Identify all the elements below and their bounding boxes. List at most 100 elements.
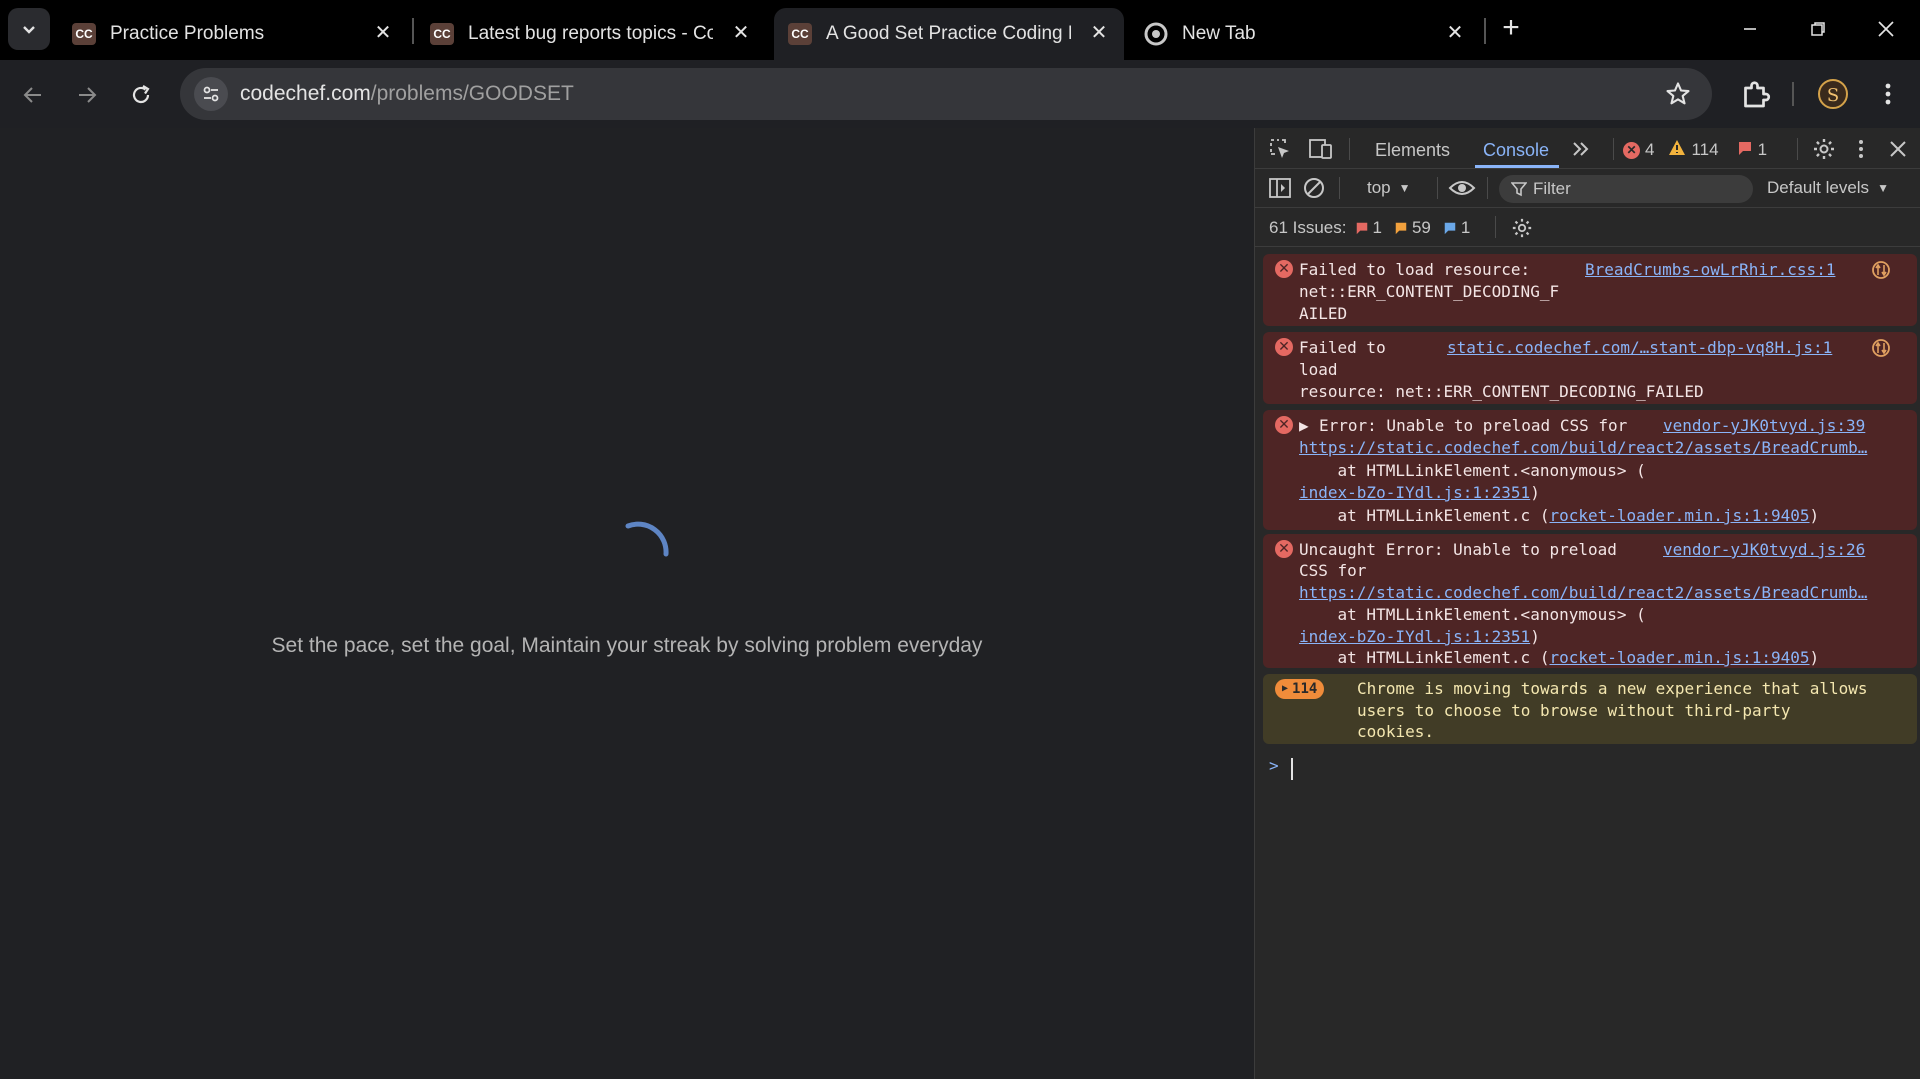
minimize-button[interactable]	[1730, 14, 1770, 44]
bookmark-star-icon[interactable]	[1664, 80, 1692, 108]
device-toolbar-icon[interactable]	[1307, 136, 1335, 162]
close-icon[interactable]: ✕	[730, 22, 752, 44]
console-prompt[interactable]: >	[1269, 756, 1909, 782]
error-counter[interactable]: ✕ 4 114 1	[1623, 139, 1767, 161]
restore-button[interactable]	[1798, 14, 1838, 44]
message-line: AILED	[1299, 304, 1348, 323]
log-levels-dropdown[interactable]: Default levels ▼	[1767, 178, 1889, 198]
loading-message: Set the pace, set the goal, Maintain you…	[271, 634, 983, 657]
arrow-left-icon	[23, 87, 41, 103]
message-line: Chrome is moving towards a new experienc…	[1357, 679, 1868, 698]
console-error-message[interactable]: ✕ Failed to load resource: net::ERR_CONT…	[1263, 332, 1917, 404]
tab-console[interactable]: Console	[1483, 140, 1549, 161]
devtools-settings-gear-icon[interactable]	[1811, 136, 1837, 162]
message-line: )	[1809, 506, 1820, 525]
tab-bug-reports[interactable]: CC Latest bug reports topics - Cod ✕	[416, 8, 766, 60]
context-value: top	[1367, 178, 1391, 197]
loading-spinner-icon	[625, 521, 669, 557]
address-bar[interactable]: codechef.com/problems/GOODSET	[180, 68, 1712, 120]
tab-good-set-active[interactable]: CC A Good Set Practice Coding Pro ✕	[774, 8, 1124, 60]
text-cursor	[1291, 758, 1293, 780]
tab-strip: CC Practice Problems ✕ CC Latest bug rep…	[0, 0, 1920, 60]
forward-button[interactable]	[70, 78, 104, 112]
puzzle-icon	[1744, 81, 1771, 108]
message-url-link[interactable]: https://static.codechef.com/build/react2…	[1299, 582, 1867, 604]
tab-title: Practice Problems	[110, 23, 265, 44]
tab-elements[interactable]: Elements	[1375, 140, 1450, 161]
dropdown-arrow-icon: ▼	[1398, 181, 1411, 195]
close-window-button[interactable]	[1866, 14, 1906, 44]
expand-triangle-icon[interactable]: ▶	[1299, 415, 1309, 437]
log-levels-value: Default levels	[1767, 178, 1870, 197]
close-icon	[1878, 21, 1894, 37]
arrow-right-icon	[79, 87, 97, 103]
profile-avatar[interactable]: S	[1818, 79, 1848, 109]
error-count: 4	[1645, 140, 1655, 159]
message-line: )	[1530, 483, 1540, 502]
stack-frame-link[interactable]: index-bZo-IYdl.js:1:2351	[1299, 627, 1530, 646]
browser-menu-button[interactable]	[1876, 78, 1900, 110]
issues-bar[interactable]: 61 Issues: 1 59 1	[1255, 208, 1920, 247]
close-icon[interactable]: ✕	[1088, 22, 1110, 44]
new-tab-button[interactable]: +	[1494, 12, 1528, 46]
console-error-message[interactable]: ✕ Failed to load resource: net::ERR_CONT…	[1263, 254, 1917, 326]
issues-settings-gear-icon[interactable]	[1509, 215, 1535, 241]
console-error-message[interactable]: ✕ ▶ Error: Unable to preload CSS for htt…	[1263, 410, 1917, 530]
tab-practice-problems[interactable]: CC Practice Problems ✕	[58, 8, 408, 60]
message-line: CSS for	[1299, 561, 1367, 580]
reload-button[interactable]	[124, 78, 158, 112]
source-link[interactable]: vendor-yJK0tvyd.js:26	[1663, 539, 1865, 561]
stack-frame-link[interactable]: rocket-loader.min.js:1:9405	[1549, 648, 1809, 667]
tab-divider	[412, 18, 414, 44]
tab-title: A Good Set Practice Coding Pro	[826, 23, 1071, 44]
message-line: at HTMLLinkElement.c (	[1299, 648, 1550, 667]
stack-frame-link[interactable]: rocket-loader.min.js:1:9405	[1549, 506, 1809, 525]
network-request-icon[interactable]	[1871, 338, 1891, 364]
message-line: Failed to	[1299, 338, 1386, 357]
chevron-down-icon	[23, 26, 35, 34]
issue-info-icon	[1443, 221, 1457, 235]
live-expression-eye-icon[interactable]	[1447, 175, 1477, 201]
tab-title: New Tab	[1182, 23, 1256, 44]
message-url-link[interactable]: https://static.codechef.com/build/react2…	[1299, 437, 1867, 459]
issue-flag-icon	[1737, 140, 1753, 161]
restore-icon	[1811, 22, 1825, 36]
url-domain: codechef.com	[240, 82, 371, 105]
more-tabs-chevron-icon[interactable]	[1567, 137, 1593, 161]
message-line: at HTMLLinkElement.<anonymous> (	[1299, 605, 1646, 624]
close-icon[interactable]: ✕	[1444, 22, 1466, 44]
message-line: Failed to load resource:	[1299, 260, 1531, 279]
dropdown-arrow-icon: ▼	[1877, 181, 1889, 195]
tab-search-button[interactable]	[8, 8, 50, 50]
filter-funnel-icon	[1511, 181, 1527, 197]
clear-console-icon[interactable]	[1301, 176, 1327, 200]
filter-placeholder: Filter	[1533, 179, 1571, 198]
console-filter-input[interactable]: Filter	[1499, 175, 1753, 203]
source-link[interactable]: vendor-yJK0tvyd.js:39	[1663, 415, 1865, 437]
message-line: cookies.	[1357, 722, 1435, 741]
back-button[interactable]	[16, 78, 50, 112]
issue-warning-count: 59	[1411, 218, 1431, 237]
tab-new-tab[interactable]: New Tab ✕	[1130, 8, 1480, 60]
inspect-element-icon[interactable]	[1267, 136, 1293, 162]
console-warning-group[interactable]: ▶ 114 Chrome is moving towards a new exp…	[1263, 674, 1917, 744]
sidebar-toggle-icon[interactable]	[1267, 176, 1293, 200]
devtools-menu-kebab-icon[interactable]	[1851, 136, 1871, 162]
message-line: )	[1530, 627, 1540, 646]
extensions-button[interactable]	[1738, 76, 1774, 112]
site-info-icon[interactable]	[194, 77, 228, 111]
console-error-message[interactable]: ✕ Uncaught Error: Unable to preload CSS …	[1263, 534, 1917, 668]
issue-warning-icon	[1394, 221, 1408, 235]
devtools-close-icon[interactable]	[1885, 136, 1911, 162]
source-link[interactable]: static.codechef.com/…stant-dbp-vq8H.js:1	[1447, 337, 1832, 359]
stack-frame-link[interactable]: index-bZo-IYdl.js:1:2351	[1299, 483, 1530, 502]
network-request-icon[interactable]	[1871, 260, 1891, 286]
warning-count: 114	[1691, 140, 1719, 159]
source-link[interactable]: BreadCrumbs-owLrRhir.css:1	[1585, 259, 1835, 281]
context-selector[interactable]: top ▼	[1367, 178, 1411, 198]
close-icon[interactable]: ✕	[372, 22, 394, 44]
warning-count-badge[interactable]: ▶ 114	[1275, 679, 1325, 699]
codechef-favicon-icon: CC	[72, 23, 96, 45]
devtools-tabbar: Elements Console ✕ 4 114 1	[1255, 128, 1920, 169]
reload-icon	[132, 85, 150, 104]
